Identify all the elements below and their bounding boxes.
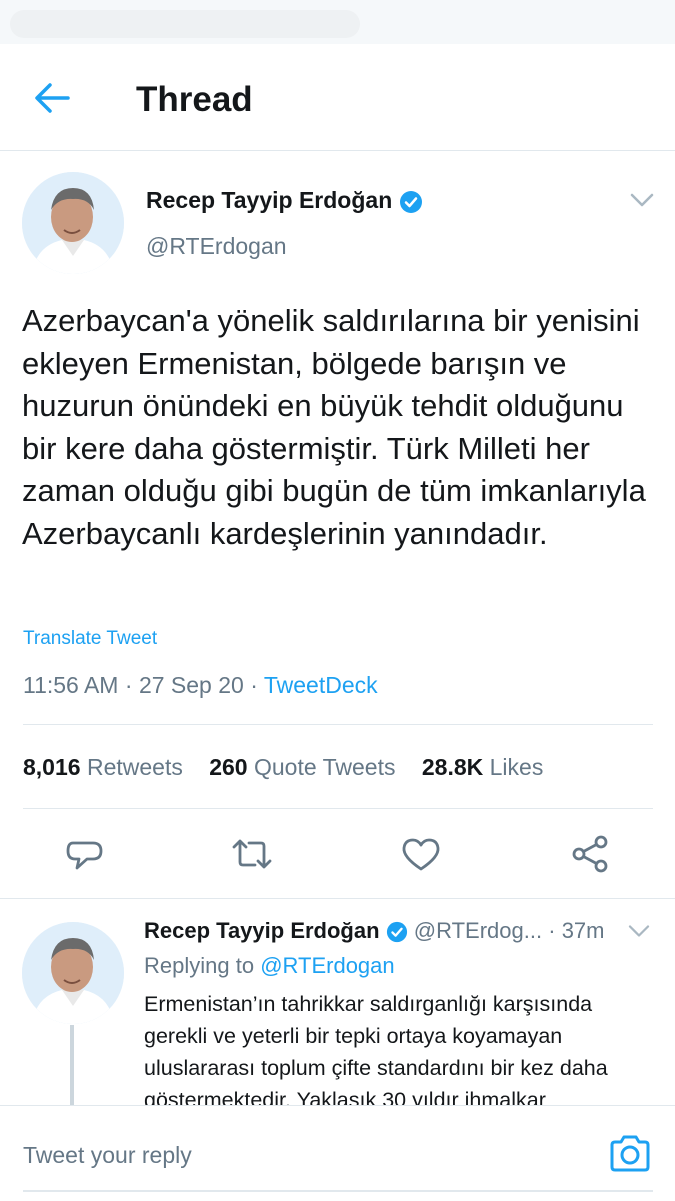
back-button[interactable] <box>30 80 74 116</box>
reply-compose-bar: Tweet your reply <box>0 1105 675 1201</box>
like-button[interactable] <box>397 830 445 878</box>
share-button[interactable] <box>566 830 614 878</box>
comment-icon <box>66 841 103 870</box>
reply-author-handle[interactable]: @RTErdog... <box>414 918 542 943</box>
quotes-stat[interactable]: 260 Quote Tweets <box>209 754 395 780</box>
tweet-time: 11:56 AM <box>23 672 119 698</box>
arrow-left-icon <box>35 83 70 113</box>
likes-count: 28.8K <box>421 754 484 780</box>
tweet-date: 27 Sep 20 <box>138 672 244 698</box>
author-handle[interactable]: @RTErdogan <box>146 233 287 260</box>
divider <box>23 808 653 809</box>
retweets-count: 8,016 <box>23 754 81 780</box>
meta-separator: · <box>548 918 562 943</box>
reply-input[interactable]: Tweet your reply <box>23 1142 192 1169</box>
tweet-source-link[interactable]: TweetDeck <box>264 672 378 698</box>
status-bar <box>0 0 675 44</box>
chevron-down-icon <box>628 925 650 937</box>
thread-connector-line <box>70 1025 74 1115</box>
reply-text: Ermenistan’ın tahrikkar saldırganlığı ka… <box>144 992 608 1106</box>
tweet-stats: 8,016 Retweets 260 Quote Tweets 28.8K Li… <box>23 754 543 781</box>
share-icon <box>572 835 608 873</box>
divider <box>23 724 653 725</box>
translate-tweet-link[interactable]: Translate Tweet <box>23 628 157 650</box>
replying-to: Replying to @RTErdogan <box>144 953 395 979</box>
author-name[interactable]: Recep Tayyip Erdoğan <box>146 187 392 213</box>
quotes-label: Quote Tweets <box>253 754 396 780</box>
chevron-down-icon <box>630 193 654 207</box>
avatar-image <box>22 172 124 274</box>
meta-separator: · <box>124 672 139 698</box>
reply-header: Recep Tayyip Erdoğan @RTErdog... · 37m <box>144 918 604 944</box>
verified-badge-icon <box>399 190 422 213</box>
page-title: Thread <box>136 80 253 119</box>
retweets-label: Retweets <box>86 754 183 780</box>
meta-separator: · <box>250 672 264 698</box>
verified-badge-icon <box>386 922 407 943</box>
author-name-row: Recep Tayyip Erdoğan <box>146 187 423 214</box>
replying-to-label: Replying to <box>144 953 255 978</box>
tweet-more-button[interactable] <box>628 190 656 215</box>
author-avatar[interactable] <box>22 172 124 274</box>
camera-icon <box>610 1135 650 1172</box>
retweets-stat[interactable]: 8,016 Retweets <box>23 754 183 780</box>
tweet-timestamp: 11:56 AM · 27 Sep 20 · TweetDeck <box>23 672 378 699</box>
replying-to-handle-link[interactable]: @RTErdogan <box>260 953 394 978</box>
heart-icon <box>402 838 440 871</box>
reply-author-name[interactable]: Recep Tayyip Erdoğan <box>144 918 380 943</box>
tweet-text: Azerbaycan'a yönelik saldırılarına bir y… <box>22 303 646 551</box>
likes-stat[interactable]: 28.8K Likes <box>422 754 543 780</box>
retweet-icon <box>232 839 272 869</box>
avatar-image <box>22 922 124 1024</box>
likes-label: Likes <box>489 754 544 780</box>
reply-author-avatar[interactable] <box>22 922 124 1024</box>
reply-time-ago: 37m <box>561 918 605 943</box>
top-app-bar: Thread <box>0 44 675 151</box>
retweet-button[interactable] <box>228 830 276 878</box>
quotes-count: 260 <box>209 754 248 780</box>
reply-button[interactable] <box>61 830 109 878</box>
reply-more-button[interactable] <box>626 922 652 945</box>
divider <box>0 898 675 899</box>
compose-underline <box>23 1190 653 1192</box>
status-bar-blur <box>10 10 360 38</box>
camera-button[interactable] <box>608 1134 652 1174</box>
